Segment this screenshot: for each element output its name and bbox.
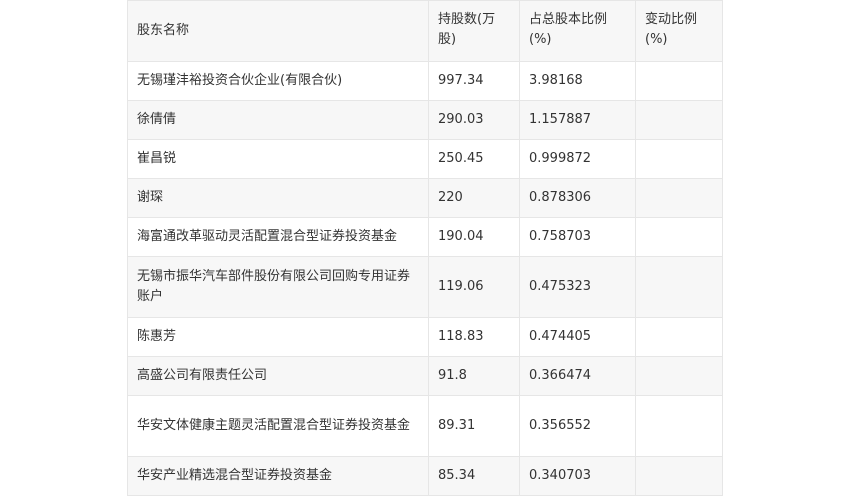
cell-shareholder-name: 海富通改革驱动灵活配置混合型证券投资基金	[127, 217, 429, 257]
shareholder-table: 股东名称 持股数(万股) 占总股本比例(%) 变动比例(%) 无锡瑾沣裕投资合伙…	[127, 0, 723, 496]
cell-share-ratio: 1.157887	[519, 100, 636, 140]
cell-shares-held: 220	[428, 178, 520, 218]
cell-share-ratio: 0.475323	[519, 256, 636, 318]
table-row: 无锡瑾沣裕投资合伙企业(有限合伙) 997.34 3.98168	[127, 61, 723, 101]
table-row: 华安产业精选混合型证券投资基金 85.34 0.340703	[127, 456, 723, 496]
cell-shareholder-name: 谢琛	[127, 178, 429, 218]
cell-share-ratio: 0.878306	[519, 178, 636, 218]
shareholder-table-container: 股东名称 持股数(万股) 占总股本比例(%) 变动比例(%) 无锡瑾沣裕投资合伙…	[127, 0, 723, 496]
cell-shares-held: 89.31	[428, 395, 520, 457]
cell-shareholder-name: 高盛公司有限责任公司	[127, 356, 429, 396]
cell-shares-held: 190.04	[428, 217, 520, 257]
cell-change-ratio	[635, 456, 723, 496]
cell-shares-held: 91.8	[428, 356, 520, 396]
cell-change-ratio	[635, 139, 723, 179]
table-row: 谢琛 220 0.878306	[127, 178, 723, 218]
cell-share-ratio: 0.474405	[519, 317, 636, 357]
table-header-row: 股东名称 持股数(万股) 占总股本比例(%) 变动比例(%)	[127, 0, 723, 62]
table-row: 无锡市振华汽车部件股份有限公司回购专用证券账户 119.06 0.475323	[127, 256, 723, 318]
cell-change-ratio	[635, 178, 723, 218]
cell-shareholder-name: 华安产业精选混合型证券投资基金	[127, 456, 429, 496]
cell-shares-held: 290.03	[428, 100, 520, 140]
cell-shareholder-name: 华安文体健康主题灵活配置混合型证券投资基金	[127, 395, 429, 457]
cell-share-ratio: 0.758703	[519, 217, 636, 257]
table-row: 海富通改革驱动灵活配置混合型证券投资基金 190.04 0.758703	[127, 217, 723, 257]
cell-shareholder-name: 无锡瑾沣裕投资合伙企业(有限合伙)	[127, 61, 429, 101]
cell-shares-held: 118.83	[428, 317, 520, 357]
cell-shares-held: 85.34	[428, 456, 520, 496]
cell-change-ratio	[635, 356, 723, 396]
cell-shares-held: 997.34	[428, 61, 520, 101]
cell-shareholder-name: 陈惠芳	[127, 317, 429, 357]
cell-change-ratio	[635, 317, 723, 357]
cell-shareholder-name: 无锡市振华汽车部件股份有限公司回购专用证券账户	[127, 256, 429, 318]
cell-change-ratio	[635, 395, 723, 457]
header-shares-held: 持股数(万股)	[428, 0, 520, 62]
table-row: 陈惠芳 118.83 0.474405	[127, 317, 723, 357]
table-row: 高盛公司有限责任公司 91.8 0.366474	[127, 356, 723, 396]
table-row: 徐倩倩 290.03 1.157887	[127, 100, 723, 140]
cell-share-ratio: 0.356552	[519, 395, 636, 457]
cell-share-ratio: 0.999872	[519, 139, 636, 179]
cell-shareholder-name: 徐倩倩	[127, 100, 429, 140]
table-row: 崔昌锐 250.45 0.999872	[127, 139, 723, 179]
cell-share-ratio: 3.98168	[519, 61, 636, 101]
cell-shares-held: 250.45	[428, 139, 520, 179]
cell-change-ratio	[635, 256, 723, 318]
cell-shareholder-name: 崔昌锐	[127, 139, 429, 179]
cell-share-ratio: 0.366474	[519, 356, 636, 396]
table-row: 华安文体健康主题灵活配置混合型证券投资基金 89.31 0.356552	[127, 395, 723, 457]
cell-share-ratio: 0.340703	[519, 456, 636, 496]
cell-change-ratio	[635, 61, 723, 101]
cell-change-ratio	[635, 217, 723, 257]
header-share-ratio: 占总股本比例(%)	[519, 0, 636, 62]
header-shareholder-name: 股东名称	[127, 0, 429, 62]
cell-change-ratio	[635, 100, 723, 140]
header-change-ratio: 变动比例(%)	[635, 0, 723, 62]
cell-shares-held: 119.06	[428, 256, 520, 318]
